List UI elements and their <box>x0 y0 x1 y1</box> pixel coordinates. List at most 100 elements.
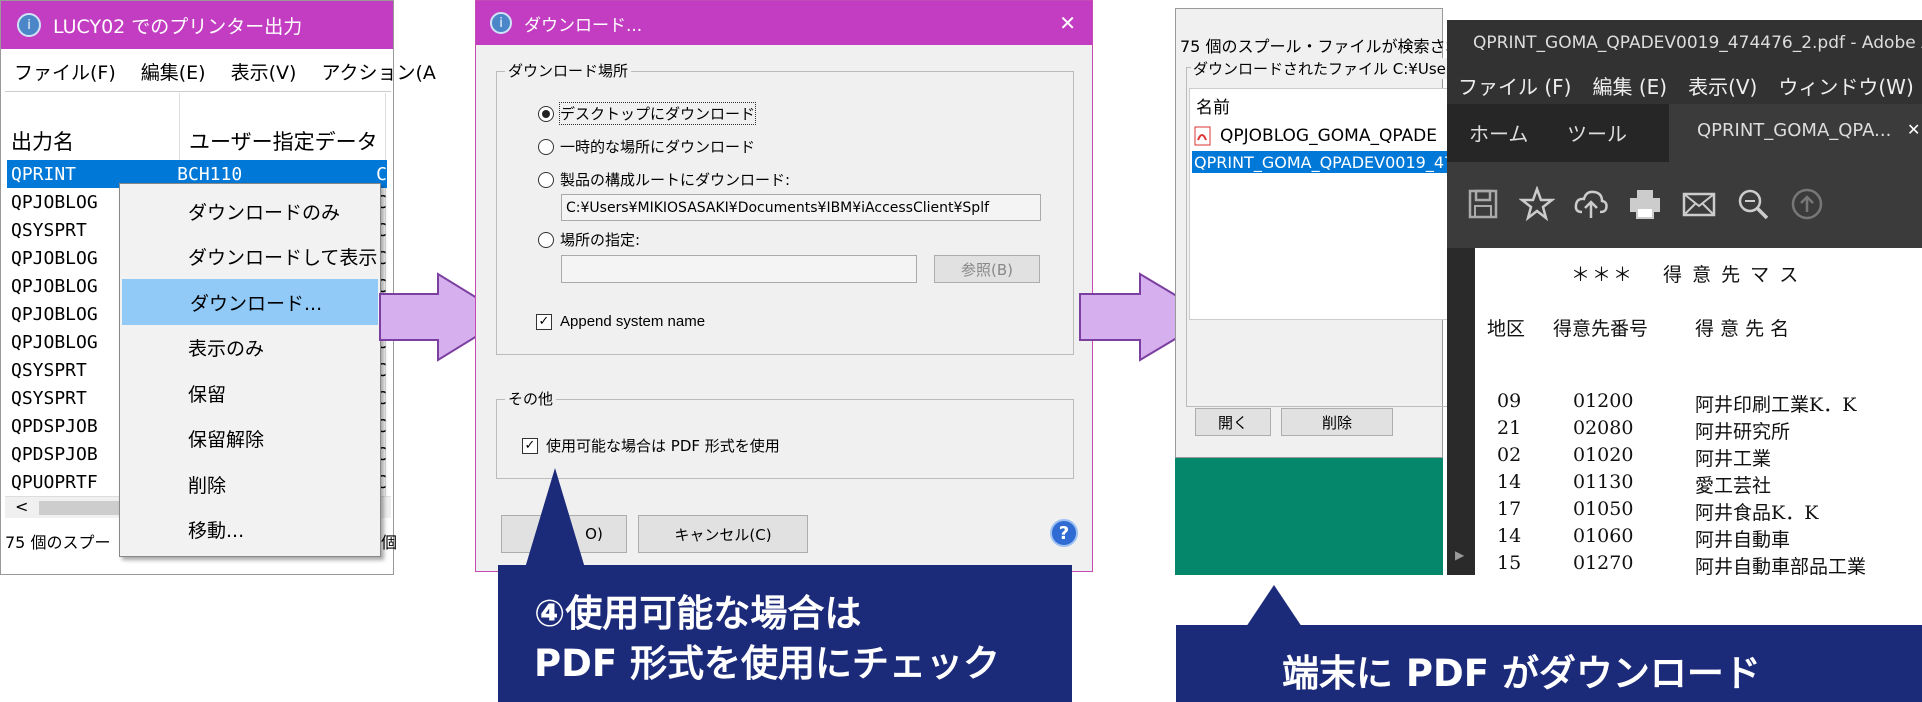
pdf-document-page: ＊＊＊ 得 意 先 マ ス 地区 得意先番号 得 意 先 名 09 01200 阿井… <box>1475 248 1922 575</box>
callout-1: ④使用可能な場合は PDF 形式を使用にチェック <box>498 565 1072 702</box>
callout-2-text: 端末に PDF がダウンロード <box>1282 652 1761 695</box>
radio-icon[interactable] <box>538 171 554 188</box>
tab-document[interactable]: QPRINT_GOMA_QPA... ✕ <box>1669 104 1922 162</box>
callout-1-line2: PDF 形式を使用にチェック <box>534 642 1000 685</box>
append-system-name[interactable]: ✓ Append system name <box>536 313 705 330</box>
doc-cell-name: 阿井食品K．K <box>1695 502 1819 524</box>
doc-header-code: 得意先番号 <box>1553 318 1649 340</box>
file-row-selected[interactable]: QPRINT_GOMA_QPADEV0019_47 <box>1192 151 1464 173</box>
acrobat-title: QPRINT_GOMA_QPADEV0019_474476_2.pdf - Ad… <box>1473 33 1922 53</box>
location-field[interactable] <box>561 255 917 283</box>
doc-header-area: 地区 <box>1487 318 1526 340</box>
doc-cell-code: 01020 <box>1573 444 1634 466</box>
status-text: 75 個のスプー <box>5 533 111 552</box>
acrobat-toolbar <box>1447 162 1922 248</box>
menu-edit[interactable]: 編集(E) <box>141 58 206 85</box>
context-menu-item[interactable]: 保留解除 <box>120 416 380 462</box>
radio-icon[interactable] <box>538 138 554 155</box>
desktop-background <box>1175 458 1443 575</box>
menu-view[interactable]: 表示(V) <box>231 58 297 85</box>
doc-data-row: 21 02080 阿井研究所 <box>1475 417 1922 443</box>
doc-cell-area: 02 <box>1497 444 1522 466</box>
file-row[interactable]: QPJOBLOG_GOMA_QPADE <box>1194 123 1466 149</box>
file-name: QPRINT_GOMA_QPADEV0019_47 <box>1194 152 1455 172</box>
pdf-label: 使用可能な場合は PDF 形式を使用 <box>546 437 780 455</box>
checkbox-checked-icon[interactable]: ✓ <box>536 313 552 330</box>
config-path-field[interactable]: C:¥Users¥MIKIOSASAKI¥Documents¥IBM¥iAcce… <box>561 194 1041 221</box>
acrobat-menu-window[interactable]: ウィンドウ(W) <box>1778 71 1913 100</box>
context-menu-item[interactable]: 移動... <box>120 507 380 553</box>
column-header-name[interactable]: 出力名 <box>11 126 74 156</box>
radio-icon[interactable] <box>538 105 554 122</box>
help-icon[interactable]: ? <box>1050 519 1078 547</box>
option-temp[interactable]: 一時的な場所にダウンロード <box>538 136 755 157</box>
tab-home[interactable]: ホーム <box>1469 118 1528 147</box>
doc-cell-area: 14 <box>1497 525 1522 547</box>
acrobat-menu-file[interactable]: ファイル (F) <box>1458 71 1571 100</box>
result-panel: 75 個のスプール・ファイルが検索されま ダウンロードされたファイル C:¥Us… <box>1175 0 1922 575</box>
acrobat-menu-view[interactable]: 表示(V) <box>1688 71 1757 100</box>
app-icon: i <box>17 13 41 37</box>
tab-tools[interactable]: ツール <box>1567 118 1627 147</box>
option-desktop[interactable]: デスクトップにダウンロード <box>538 102 757 125</box>
cell-name: QPRINT <box>11 163 77 185</box>
downloaded-files-group: ダウンロードされたファイル C:¥Users¥ 名前 QPJOBLOG_GOMA… <box>1186 58 1472 436</box>
option-label: 一時的な場所にダウンロード <box>560 138 756 156</box>
context-menu: ダウンロードのみ ダウンロードして表示 ダウンロード... 表示のみ 保留 保留解除 削除移… <box>119 183 381 557</box>
doc-cell-code: 01270 <box>1573 552 1634 574</box>
file-name: QPJOBLOG_GOMA_QPADE <box>1220 126 1437 146</box>
doc-title: ＊＊＊ 得 意 先 マ ス <box>1571 264 1801 286</box>
menu-file[interactable]: ファイル(F) <box>14 58 116 85</box>
option-label: デスクトップにダウンロード <box>558 102 757 125</box>
option-label: 場所の指定: <box>560 231 641 249</box>
checkbox-checked-icon[interactable]: ✓ <box>522 437 538 454</box>
column-header-user-data[interactable]: ユーザー指定データ <box>189 126 378 156</box>
zoom-icon[interactable] <box>1735 186 1771 222</box>
doc-data-row: 09 01200 阿井印刷工業K．K <box>1475 390 1922 416</box>
doc-data-row: 14 01060 阿井自動車 <box>1475 525 1922 551</box>
save-icon[interactable] <box>1465 186 1501 222</box>
print-icon[interactable] <box>1627 186 1663 222</box>
doc-title-row: ＊＊＊ 得 意 先 マ ス <box>1475 260 1922 286</box>
use-pdf-option[interactable]: ✓ 使用可能な場合は PDF 形式を使用 <box>522 435 780 456</box>
radio-icon[interactable] <box>538 231 554 248</box>
doc-cell-area: 15 <box>1497 552 1522 574</box>
doc-cell-area: 14 <box>1497 471 1522 493</box>
doc-cell-name: 阿井印刷工業K．K <box>1695 394 1857 416</box>
name-column-header[interactable]: 名前 <box>1196 93 1230 118</box>
doc-data-row: 14 01130 愛工芸社 <box>1475 471 1922 497</box>
acrobat-menu-edit[interactable]: 編集 (E) <box>1592 71 1667 100</box>
doc-cell-name: 阿井工業 <box>1695 448 1772 470</box>
upload-cloud-icon[interactable] <box>1573 186 1609 222</box>
dialog-title: ダウンロード... <box>524 15 643 36</box>
append-label: Append system name <box>560 313 706 330</box>
cancel-button[interactable]: キャンセル(C) <box>638 515 808 553</box>
close-icon[interactable]: ✕ <box>1059 11 1076 35</box>
doc-data-row: 02 01020 阿井工業 <box>1475 444 1922 470</box>
context-menu-item[interactable]: ダウンロードのみ <box>120 188 380 234</box>
context-menu-item[interactable]: 保留 <box>120 370 380 416</box>
context-menu-item[interactable]: 削除 <box>120 461 380 507</box>
spool-window: i LUCY02 でのプリンター出力 ファイル(F) 編集(E) 表示(V) ア… <box>0 0 436 575</box>
menu-action[interactable]: アクション(A <box>321 58 435 85</box>
delete-button[interactable]: 削除 <box>1281 408 1393 436</box>
doc-cell-area: 21 <box>1497 417 1522 439</box>
page-up-icon[interactable] <box>1789 186 1825 222</box>
open-button[interactable]: 開く <box>1195 408 1271 436</box>
context-menu-item[interactable]: ダウンロードして表示 <box>120 234 380 280</box>
mail-icon[interactable] <box>1681 186 1717 222</box>
cell-user-data: BCH110 <box>177 163 243 185</box>
browse-button[interactable]: 参照(B) <box>934 255 1040 283</box>
scroll-left-icon[interactable]: < <box>15 497 28 516</box>
group-label: ダウンロードされたファイル C:¥Users¥ <box>1191 58 1472 79</box>
close-icon[interactable]: ✕ <box>1907 120 1920 139</box>
expand-panel-icon[interactable]: ▶ <box>1455 548 1464 562</box>
option-config-root[interactable]: 製品の構成ルートにダウンロード: <box>538 169 790 190</box>
context-menu-item[interactable]: ダウンロード... <box>122 279 378 325</box>
option-specify-location[interactable]: 場所の指定: <box>538 229 640 250</box>
doc-cell-name: 愛工芸社 <box>1695 475 1772 497</box>
star-icon[interactable] <box>1519 186 1555 222</box>
context-menu-item[interactable]: 表示のみ <box>120 325 380 371</box>
group-label: その他 <box>505 388 557 409</box>
cell-extra: C <box>376 163 387 185</box>
